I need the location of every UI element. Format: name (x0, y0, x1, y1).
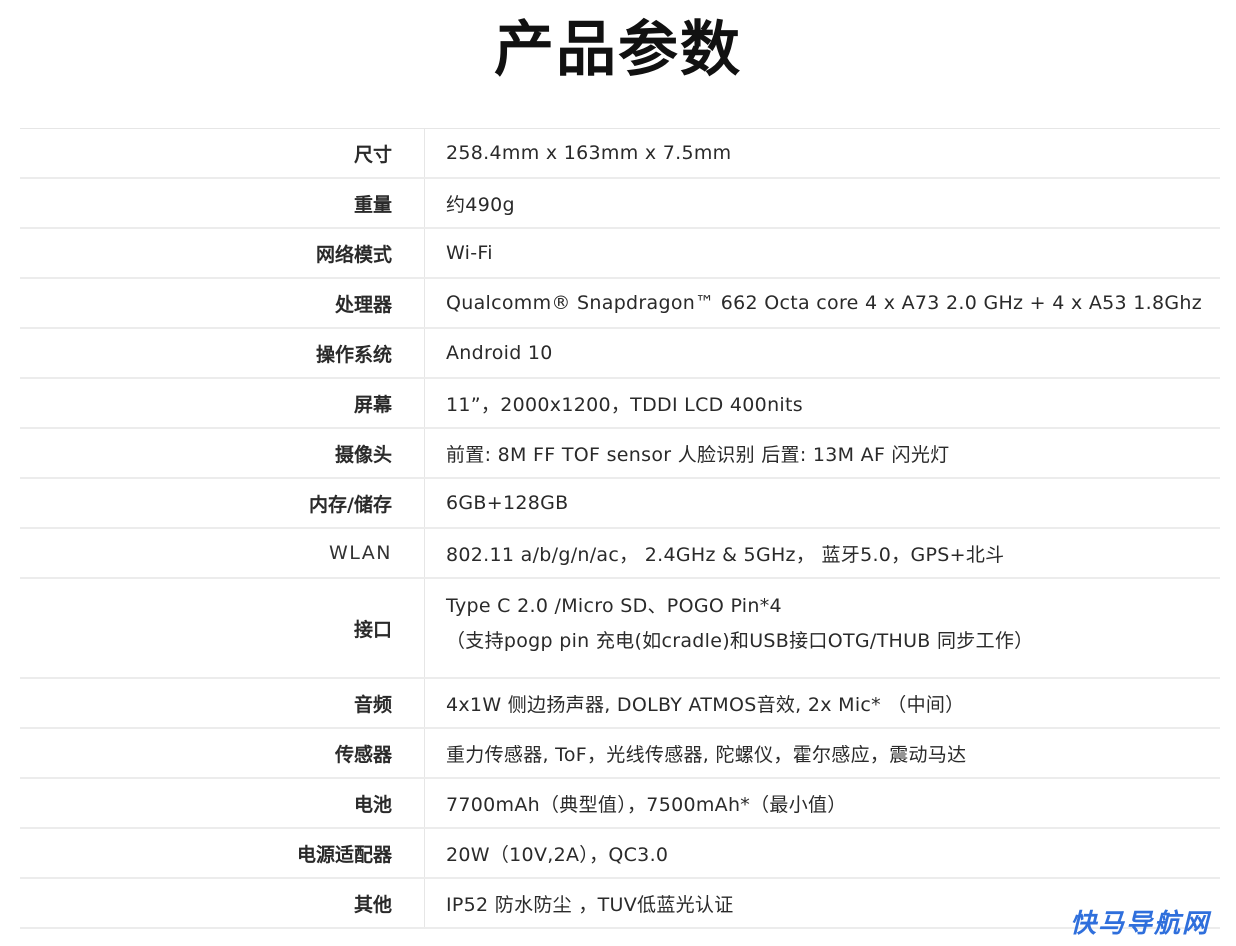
spec-row-weight: 重量 约490g (20, 179, 1220, 229)
spec-label: 内存/储存 (20, 479, 425, 527)
spec-label: 重量 (20, 179, 425, 227)
spec-row-processor: 处理器 Qualcomm® Snapdragon™ 662 Octa core … (20, 279, 1220, 329)
spec-label: 接口 (20, 579, 425, 677)
spec-label: 屏幕 (20, 379, 425, 427)
spec-row-audio: 音频 4x1W 侧边扬声器, DOLBY ATMOS音效, 2x Mic* （中… (20, 679, 1220, 729)
spec-label: WLAN (20, 529, 425, 577)
spec-value: 11”，2000x1200，TDDI LCD 400nits (446, 393, 803, 416)
spec-label: 电源适配器 (20, 829, 425, 877)
spec-table: 尺寸 258.4mm x 163mm x 7.5mm 重量 约490g 网络模式… (20, 128, 1220, 929)
spec-value: Type C 2.0 /Micro SD、POGO Pin*4 (446, 595, 782, 617)
spec-row-other: 其他 IP52 防水防尘 ，TUV低蓝光认证 (20, 879, 1220, 929)
spec-row-size: 尺寸 258.4mm x 163mm x 7.5mm (20, 129, 1220, 179)
spec-label: 处理器 (20, 279, 425, 327)
spec-value: 802.11 a/b/g/n/ac， 2.4GHz & 5GHz， 蓝牙5.0，… (446, 543, 1005, 566)
spec-value: Qualcomm® Snapdragon™ 662 Octa core 4 x … (446, 292, 1203, 314)
spec-value: 7700mAh（典型值），7500mAh*（最小值） (446, 793, 847, 816)
spec-row-memory: 内存/储存 6GB+128GB (20, 479, 1220, 529)
spec-value: 20W（10V,2A），QC3.0 (446, 843, 669, 866)
spec-value: 前置: 8M FF TOF sensor 人脸识别 后置: 13M AF 闪光灯 (446, 443, 950, 466)
spec-value: 6GB+128GB (446, 492, 569, 514)
spec-value: 约490g (446, 193, 515, 216)
spec-row-os: 操作系统 Android 10 (20, 329, 1220, 379)
spec-value: 4x1W 侧边扬声器, DOLBY ATMOS音效, 2x Mic* （中间） (446, 693, 965, 716)
spec-value: Android 10 (446, 342, 553, 364)
spec-row-camera: 摄像头 前置: 8M FF TOF sensor 人脸识别 后置: 13M AF… (20, 429, 1220, 479)
spec-row-wlan: WLAN 802.11 a/b/g/n/ac， 2.4GHz & 5GHz， 蓝… (20, 529, 1220, 579)
spec-row-ports: 接口 Type C 2.0 /Micro SD、POGO Pin*4 （支持po… (20, 579, 1220, 679)
spec-label: 网络模式 (20, 229, 425, 277)
spec-value-note: （支持pogp pin 充电(如cradle)和USB接口OTG/THUB 同步… (446, 630, 1034, 652)
spec-label: 电池 (20, 779, 425, 827)
spec-label: 其他 (20, 879, 425, 927)
spec-value-group: Type C 2.0 /Micro SD、POGO Pin*4 （支持pogp … (425, 579, 1220, 677)
page-title: 产品参数 (494, 15, 742, 85)
spec-label: 摄像头 (20, 429, 425, 477)
spec-value: 258.4mm x 163mm x 7.5mm (446, 142, 732, 164)
spec-label: 传感器 (20, 729, 425, 777)
spec-row-sensors: 传感器 重力传感器, ToF，光线传感器, 陀螺仪，霍尔感应，震动马达 (20, 729, 1220, 779)
spec-value: 重力传感器, ToF，光线传感器, 陀螺仪，霍尔感应，震动马达 (446, 743, 967, 766)
spec-label: 操作系统 (20, 329, 425, 377)
spec-label: 音频 (20, 679, 425, 727)
spec-row-network: 网络模式 Wi-Fi (20, 229, 1220, 279)
spec-row-adapter: 电源适配器 20W（10V,2A），QC3.0 (20, 829, 1220, 879)
watermark-logo: 快马导航网 (1069, 909, 1210, 939)
spec-label: 尺寸 (20, 129, 425, 177)
spec-row-battery: 电池 7700mAh（典型值），7500mAh*（最小值） (20, 779, 1220, 829)
spec-row-screen: 屏幕 11”，2000x1200，TDDI LCD 400nits (20, 379, 1220, 429)
spec-value: Wi-Fi (446, 242, 493, 264)
